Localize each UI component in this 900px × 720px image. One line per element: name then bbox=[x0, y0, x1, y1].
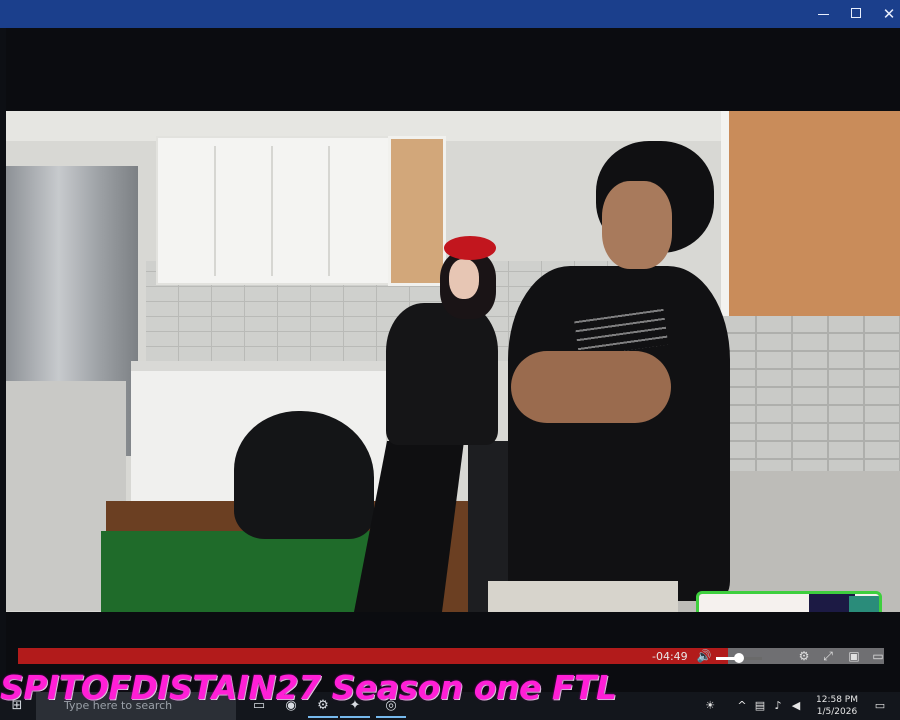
close-icon[interactable]: ✕ bbox=[872, 0, 900, 28]
picture-in-picture-icon[interactable]: ▣ bbox=[846, 648, 862, 664]
minimize-glyph bbox=[818, 14, 829, 15]
volume-slider[interactable] bbox=[716, 653, 762, 663]
scene-right-cabinet bbox=[721, 111, 900, 316]
maximize-glyph bbox=[851, 8, 861, 18]
cabinet-divider bbox=[271, 146, 273, 276]
scene-trash-bags bbox=[234, 411, 374, 539]
video-player[interactable] bbox=[6, 28, 900, 692]
cabinet-divider bbox=[328, 146, 330, 276]
scene-open-shelf bbox=[388, 136, 446, 286]
person-man-face bbox=[602, 181, 672, 269]
window-title-bar: ✕ bbox=[0, 0, 900, 28]
time-remaining: -04:49 bbox=[652, 650, 688, 663]
scene-upper-cabinets bbox=[156, 136, 390, 285]
settings-icon[interactable]: ⚙ bbox=[796, 648, 812, 664]
fullscreen-icon[interactable]: ⤢ bbox=[820, 648, 836, 664]
theater-mode-icon[interactable]: ▭ bbox=[870, 648, 886, 664]
webcam-overlay bbox=[696, 591, 882, 612]
scene-tile-wall bbox=[721, 316, 900, 476]
volume-icon[interactable]: 🔊 bbox=[696, 648, 712, 664]
person-woman-face bbox=[449, 259, 479, 299]
person-man-crossed-arms bbox=[511, 351, 671, 423]
video-frame[interactable] bbox=[6, 111, 900, 612]
cabinet-divider bbox=[214, 146, 216, 276]
person-woman-beret bbox=[444, 236, 496, 260]
stream-caption: SPITOFDISTAIN27 Season one FTL bbox=[0, 668, 617, 707]
maximize-icon[interactable] bbox=[840, 0, 874, 28]
volume-knob[interactable] bbox=[734, 653, 744, 663]
person-man-pants bbox=[488, 581, 678, 612]
person-woman-body bbox=[386, 303, 498, 445]
webcam-poster bbox=[849, 596, 879, 612]
minimize-icon[interactable] bbox=[806, 0, 840, 28]
